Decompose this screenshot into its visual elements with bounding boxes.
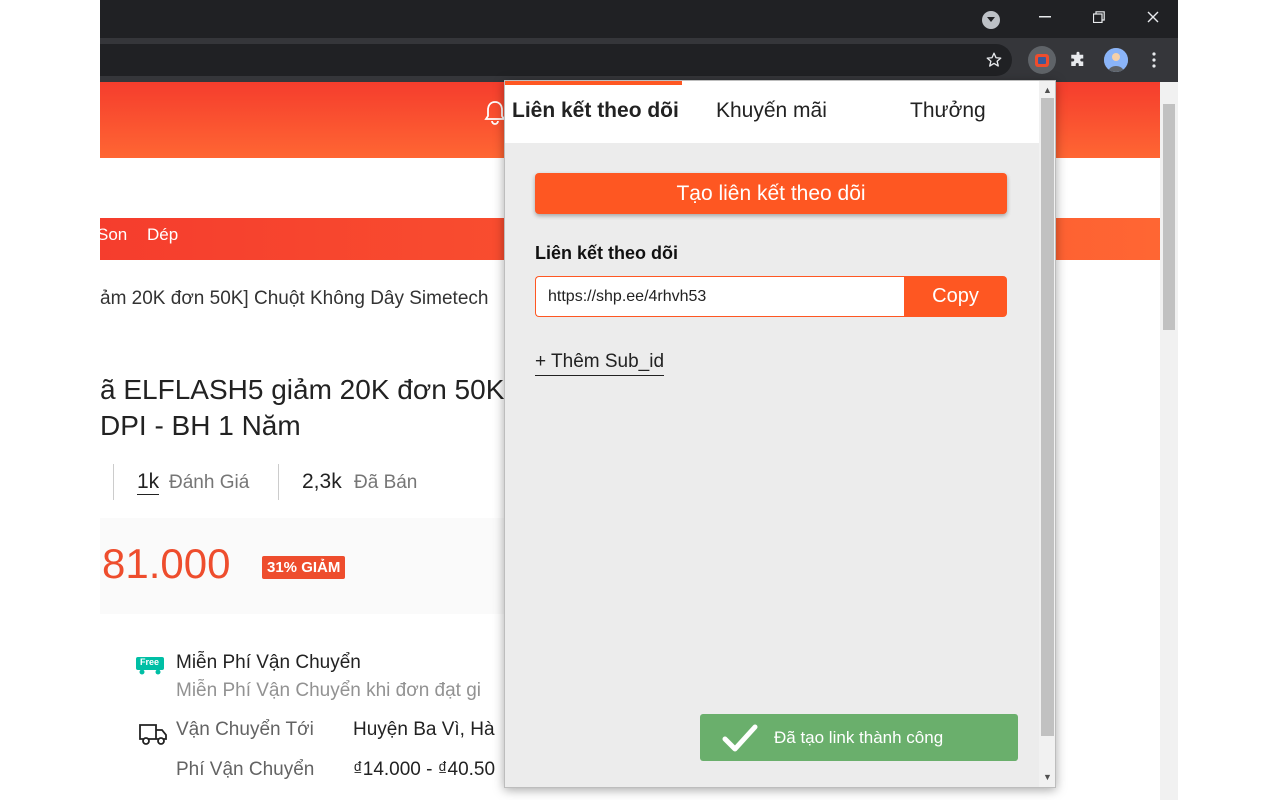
screen: Son Dép ảm 20K đơn 50K] Chuột Không Dây … [0, 0, 1280, 800]
free-shipping-icon: Free [132, 654, 170, 676]
sold-count: 2,3k [302, 470, 342, 493]
discount-badge: 31% GIẢM [262, 556, 346, 579]
title-bar [100, 0, 1178, 38]
create-tracking-link-button[interactable]: Tạo liên kết theo dõi [535, 173, 1007, 214]
ship-to-label: Vận Chuyển Tới [176, 719, 314, 740]
close-icon[interactable] [1130, 0, 1176, 34]
truck-icon [138, 720, 168, 748]
tab-rewards[interactable]: Thưởng [910, 99, 986, 123]
free-shipping-title: Miễn Phí Vận Chuyển [176, 652, 361, 673]
product-price: 81.000 [102, 540, 231, 587]
tracking-link-label: Liên kết theo dõi [535, 243, 679, 263]
bell-icon[interactable] [484, 100, 506, 126]
affiliate-extension-popup: Liên kết theo dõi Khuyến mãi Thưởng Tạo … [504, 80, 1056, 788]
price-box: 81.000 31% GIẢM [100, 518, 520, 614]
page-scrollbar[interactable] [1160, 82, 1178, 800]
ship-fee-value: ₫14.000 - ₫40.50 [353, 759, 496, 780]
product-title: ã ELFLASH5 giảm 20K đơn 50K [100, 374, 505, 405]
category-link[interactable]: Son [100, 225, 127, 245]
ship-to-value[interactable]: Huyện Ba Vì, Hà [353, 719, 495, 741]
sold-label: Đã Bán [354, 472, 418, 493]
minimize-icon[interactable] [1022, 0, 1068, 34]
product-stats: 1k Đánh Giá 2,3k Đã Bán [100, 464, 520, 504]
tracking-link-field[interactable] [535, 276, 905, 317]
popup-scrollbar-thumb[interactable] [1041, 98, 1054, 736]
divider [113, 464, 114, 500]
tab-search-icon[interactable] [982, 11, 1000, 29]
tracking-link-panel: Tạo liên kết theo dõi Liên kết theo dõi … [505, 143, 1039, 787]
tab-promotions[interactable]: Khuyến mãi [716, 99, 827, 123]
popup-scrollbar[interactable]: ▲ ▼ [1039, 81, 1055, 787]
success-toast: Đã tạo link thành công [700, 714, 1018, 761]
scroll-down-arrow-icon[interactable]: ▼ [1042, 771, 1053, 783]
copy-button[interactable]: Copy [904, 276, 1007, 317]
checkmark-icon [722, 724, 758, 752]
free-shipping-desc: Miễn Phí Vận Chuyển khi đơn đạt gi [176, 680, 482, 701]
page-scrollbar-thumb[interactable] [1163, 104, 1175, 330]
toast-message: Đã tạo link thành công [774, 727, 944, 747]
category-link[interactable]: Dép [147, 225, 178, 245]
restore-icon[interactable] [1076, 0, 1122, 34]
add-subid-link[interactable]: + Thêm Sub_id [535, 351, 665, 376]
kebab-menu-icon[interactable] [1140, 46, 1168, 74]
popup-tabs: Liên kết theo dõi Khuyến mãi Thưởng [505, 81, 1039, 143]
free-badge-text: Free [140, 657, 160, 667]
reviews-label: Đánh Giá [169, 472, 250, 493]
puzzle-icon[interactable] [1064, 46, 1092, 74]
reviews-count[interactable]: 1k [137, 470, 160, 495]
divider [278, 464, 279, 500]
shopee-extension-icon[interactable] [1028, 46, 1056, 74]
product-title-line2: DPI - BH 1 Năm [100, 410, 301, 441]
tab-tracking-link[interactable]: Liên kết theo dõi [512, 99, 679, 123]
star-icon[interactable] [980, 46, 1008, 74]
breadcrumb[interactable]: ảm 20K đơn 50K] Chuột Không Dây Simetech [100, 288, 488, 310]
scroll-up-arrow-icon[interactable]: ▲ [1042, 84, 1053, 96]
browser-window: Son Dép ảm 20K đơn 50K] Chuột Không Dây … [100, 0, 1178, 800]
active-tab-indicator [505, 81, 682, 85]
profile-avatar[interactable] [1102, 46, 1130, 74]
ship-fee-label: Phí Vận Chuyển [176, 759, 315, 780]
address-bar[interactable] [100, 44, 1012, 76]
browser-toolbar [100, 38, 1178, 82]
